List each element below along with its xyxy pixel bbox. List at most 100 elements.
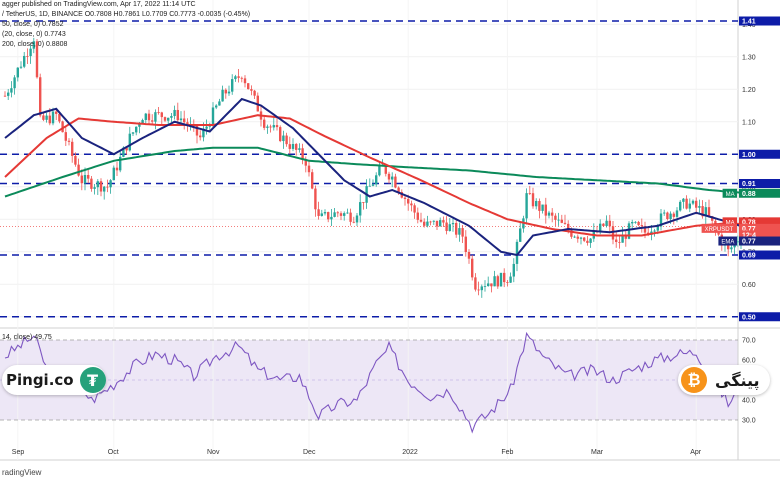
- candle-body: [691, 200, 695, 204]
- candle-body: [77, 164, 80, 176]
- candle-body: [656, 226, 659, 231]
- price-tick-label: 1.30: [742, 54, 756, 61]
- candle-body: [375, 175, 378, 185]
- candle-body: [368, 185, 371, 187]
- candle-body: [135, 126, 138, 133]
- candle-body: [499, 272, 503, 287]
- candle-body: [490, 283, 493, 287]
- pingi-farsi-text: پینگی: [715, 370, 760, 390]
- candle-body: [39, 77, 42, 116]
- candle-body: [240, 77, 243, 79]
- candle-body: [547, 212, 551, 216]
- candle-body: [615, 239, 618, 242]
- candle-body: [346, 212, 349, 214]
- candle-body: [423, 221, 426, 226]
- candle-body: [26, 55, 29, 57]
- candle-body: [589, 238, 592, 243]
- candle-body: [333, 212, 336, 217]
- candle-body: [403, 197, 407, 199]
- candle-body: [227, 91, 231, 94]
- candle-body: [71, 141, 74, 156]
- candle-body: [519, 228, 522, 242]
- candle-body: [682, 198, 685, 202]
- candle-body: [221, 89, 224, 102]
- candle-body: [688, 203, 691, 209]
- pingi-farsi-badge: ₿ پینگی: [678, 365, 770, 395]
- candle-body: [67, 140, 71, 142]
- candle-body: [275, 125, 279, 128]
- candle-body: [51, 111, 55, 124]
- price-label-text: 0.50: [742, 314, 756, 321]
- candle-body: [320, 213, 323, 216]
- candle-body: [474, 277, 477, 290]
- candle-body: [458, 228, 461, 235]
- candle-body: [215, 105, 218, 108]
- candle-body: [480, 286, 483, 291]
- candle-body: [330, 216, 333, 220]
- candle-body: [378, 166, 381, 176]
- candle-body: [605, 220, 608, 226]
- candle-body: [291, 143, 295, 149]
- candle-body: [445, 222, 448, 231]
- candle-body: [96, 181, 99, 188]
- candle-body: [218, 101, 221, 106]
- candle-body: [432, 220, 435, 222]
- candle-body: [455, 222, 458, 235]
- price-label-text: 1.41: [742, 19, 756, 26]
- candle-body: [663, 212, 666, 214]
- candle-body: [352, 221, 355, 223]
- candle-body: [583, 237, 586, 241]
- candle-body: [279, 127, 282, 142]
- rsi-tick-label: 40.0: [742, 398, 756, 405]
- candle-body: [19, 66, 23, 68]
- symbol-line: / TetherUS, 1D, BINANCE O0.7808 H0.7861 …: [2, 11, 251, 18]
- candle-body: [544, 204, 547, 216]
- candle-body: [579, 237, 583, 239]
- candle-body: [23, 55, 26, 67]
- candle-body: [496, 276, 499, 287]
- candle-body: [464, 236, 467, 252]
- candle-body: [410, 203, 413, 206]
- candle-body: [541, 204, 544, 211]
- candle-body: [557, 219, 560, 221]
- candle-body: [151, 120, 154, 122]
- price-tag-text: MA: [726, 192, 735, 198]
- candle-body: [176, 109, 179, 121]
- candle-body: [45, 115, 48, 120]
- ma20-legend: (20, close, 0) 0.7743: [2, 31, 66, 38]
- candle-body: [173, 109, 176, 117]
- candle-body: [288, 144, 291, 149]
- ma200-legend: 200, close, 0) 0.8808: [2, 41, 68, 48]
- time-tick-label: Nov: [207, 449, 220, 456]
- candle-body: [394, 176, 397, 188]
- ema-legend: 50, close, 0) 0.7852: [2, 21, 64, 28]
- candle-body: [247, 83, 250, 90]
- candle-body: [653, 230, 656, 232]
- candle-body: [64, 132, 67, 141]
- time-tick-label: 2022: [402, 449, 418, 456]
- candle-body: [362, 202, 365, 203]
- candle-body: [160, 112, 163, 118]
- candle-body: [266, 126, 269, 128]
- candle-body: [387, 173, 391, 180]
- time-tick-label: Feb: [501, 449, 513, 456]
- candle-body: [634, 221, 637, 223]
- rsi-tick-label: 60.0: [742, 358, 756, 365]
- tether-icon: ₮: [79, 367, 106, 393]
- candle-body: [93, 187, 96, 189]
- candle-body: [314, 188, 317, 210]
- candle-body: [195, 125, 199, 136]
- candle-body: [506, 282, 509, 283]
- candle-body: [80, 175, 83, 184]
- price-tag-text: EMA: [721, 240, 734, 246]
- candle-body: [163, 117, 167, 121]
- candle-body: [483, 286, 487, 287]
- candle-body: [679, 201, 682, 211]
- time-tick-label: Sep: [12, 449, 25, 456]
- candle-body: [74, 155, 77, 165]
- candle-body: [263, 119, 266, 128]
- candle-body: [55, 111, 58, 114]
- candle-body: [170, 116, 173, 118]
- candle-body: [339, 213, 343, 216]
- price-chart: 1.401.301.201.101.000.900.800.700.600.50…: [0, 0, 780, 480]
